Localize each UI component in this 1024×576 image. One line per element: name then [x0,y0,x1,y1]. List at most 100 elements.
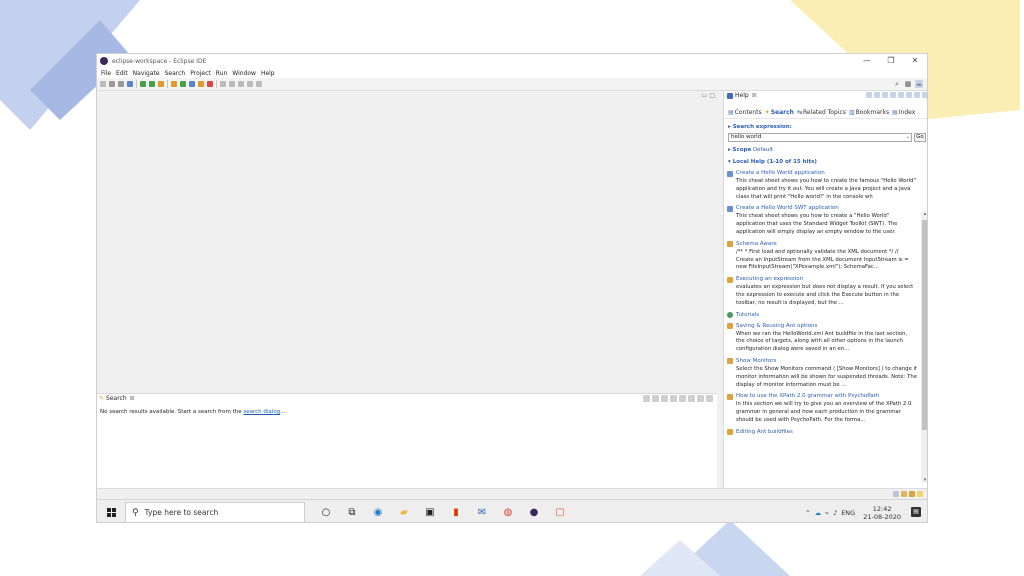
menu-help[interactable]: Help [261,70,275,77]
bookmark-icon[interactable] [898,92,904,98]
close-button[interactable]: ✕ [903,54,927,68]
history-icon[interactable] [670,395,677,402]
result-link[interactable]: Show Monitors [727,358,917,365]
prev-match-icon[interactable] [652,395,659,402]
menu-file[interactable]: File [101,70,111,77]
scroll-down-icon[interactable]: ▾ [922,477,927,483]
close-icon[interactable]: ⊠ [752,92,757,99]
progress-icon[interactable] [893,491,899,497]
scroll-up-icon[interactable]: ▴ [922,211,927,217]
local-help-header[interactable]: ▾ Local Help (1-10 of 15 hits) [728,159,817,165]
new-java-project-icon[interactable] [171,81,177,87]
save-icon[interactable] [109,81,115,87]
result-link[interactable]: Tutorials [727,312,917,319]
mail-icon[interactable]: ✉ [469,500,495,522]
task-view-icon[interactable]: ⧉ [339,500,365,522]
tip-icon[interactable] [917,491,923,497]
remove-match-icon[interactable] [661,395,668,402]
view-menu-icon[interactable] [688,395,695,402]
volume-icon[interactable]: ♪ [833,509,837,517]
start-button[interactable] [97,500,125,522]
action-center-icon[interactable]: ▤ [911,507,921,517]
back-icon[interactable] [866,92,872,98]
minimize-view-icon[interactable] [914,92,920,98]
chevron-down-icon[interactable]: ⌄ [906,134,910,141]
menu-navigate[interactable]: Navigate [133,70,160,77]
task-icon[interactable] [901,491,907,497]
chrome-icon[interactable]: ◍ [495,500,521,522]
tab-bookmarks[interactable]: ▥ Bookmarks [849,109,889,116]
pin-view-icon[interactable] [679,395,686,402]
next-match-icon[interactable] [643,395,650,402]
notification-icon[interactable] [909,491,915,497]
menu-search[interactable]: Search [165,70,186,77]
menu-edit[interactable]: Edit [116,70,128,77]
search-view-tab[interactable]: ✎ Search ⊠ [99,395,135,402]
search-expression-input[interactable]: hello world ⌄ [728,133,912,142]
result-link[interactable]: Saving & Reusing Ant options [727,323,917,330]
new-class-icon[interactable] [189,81,195,87]
result-link[interactable]: Executing an expression [727,276,917,283]
edge-icon[interactable]: ◉ [365,500,391,522]
search-icon[interactable]: ⌕ [893,80,901,88]
home-icon[interactable] [882,92,888,98]
scope-link[interactable]: ▸ Scope Default [728,147,773,153]
scrollbar-thumb[interactable] [922,220,927,430]
pin-icon[interactable] [256,81,262,87]
annotation-prev-icon[interactable] [229,81,235,87]
help-view-tab[interactable]: Help ⊠ [727,92,757,99]
tab-index[interactable]: ▤ Index [892,109,915,116]
new-icon[interactable] [100,81,106,87]
menu-run[interactable]: Run [216,70,228,77]
tab-related-topics[interactable]: ↹ Related Topics [797,109,846,116]
result-link[interactable]: Create a Hello World application [727,170,917,177]
network-icon[interactable]: ⌁ [825,509,829,517]
annotation-next-icon[interactable] [220,81,226,87]
menu-window[interactable]: Window [232,70,256,77]
go-button[interactable]: Go [914,133,926,142]
taskbar-search-box[interactable]: ⚲ Type here to search [125,502,305,522]
result-link[interactable]: Editing Ant buildfiles [727,429,917,436]
presentation-app-icon[interactable]: ▢ [547,500,573,522]
back-icon[interactable] [238,81,244,87]
open-type-icon[interactable] [198,81,204,87]
save-all-icon[interactable] [118,81,124,87]
chevron-up-icon[interactable]: ⌃ [805,509,810,517]
print-icon[interactable] [127,81,133,87]
file-explorer-icon[interactable]: ▰ [391,500,417,522]
store-icon[interactable]: ▣ [417,500,443,522]
menu-project[interactable]: Project [190,70,211,77]
eclipse-icon[interactable]: ● [521,500,547,522]
language-indicator[interactable]: ENG [841,509,855,517]
result-link[interactable]: Schema Aware [727,241,917,248]
forward-icon[interactable] [247,81,253,87]
search-dialog-link[interactable]: search dialog [243,409,280,415]
result-link[interactable]: How to use the XPath 2.0 grammar with Ps… [727,393,917,400]
maximize-view-icon[interactable] [922,92,927,98]
results-scrollbar[interactable]: ▴ ▾ [921,211,927,483]
office-icon[interactable]: ▮ [443,500,469,522]
java-perspective-icon[interactable]: ☕ [915,80,923,88]
debug-icon[interactable] [140,81,146,87]
onedrive-icon[interactable]: ☁ [815,509,822,517]
maximize-view-icon[interactable] [706,395,713,402]
external-tools-icon[interactable] [158,81,164,87]
tab-search[interactable]: ✦ Search [765,109,794,116]
new-package-icon[interactable] [180,81,186,87]
minimize-button[interactable]: — [855,54,879,68]
show-in-contents-icon[interactable] [890,92,896,98]
restore-button[interactable]: ❐ [879,54,903,68]
search-tool-icon[interactable] [207,81,213,87]
cortana-icon[interactable]: ○ [313,500,339,522]
result-link[interactable]: Create a Hello World SWT application [727,205,917,212]
editor-maximize-button[interactable]: □ [709,92,715,99]
close-icon[interactable]: ⊠ [130,395,135,402]
print-icon[interactable] [906,92,912,98]
open-perspective-icon[interactable]: ▦ [904,80,912,88]
run-icon[interactable] [149,81,155,87]
forward-icon[interactable] [874,92,880,98]
tab-contents[interactable]: ▤ Contents [728,109,762,116]
clock[interactable]: 12:42 21-08-2020 [863,505,901,521]
editor-minimize-button[interactable]: ▭ [701,92,707,99]
minimize-view-icon[interactable] [697,395,704,402]
